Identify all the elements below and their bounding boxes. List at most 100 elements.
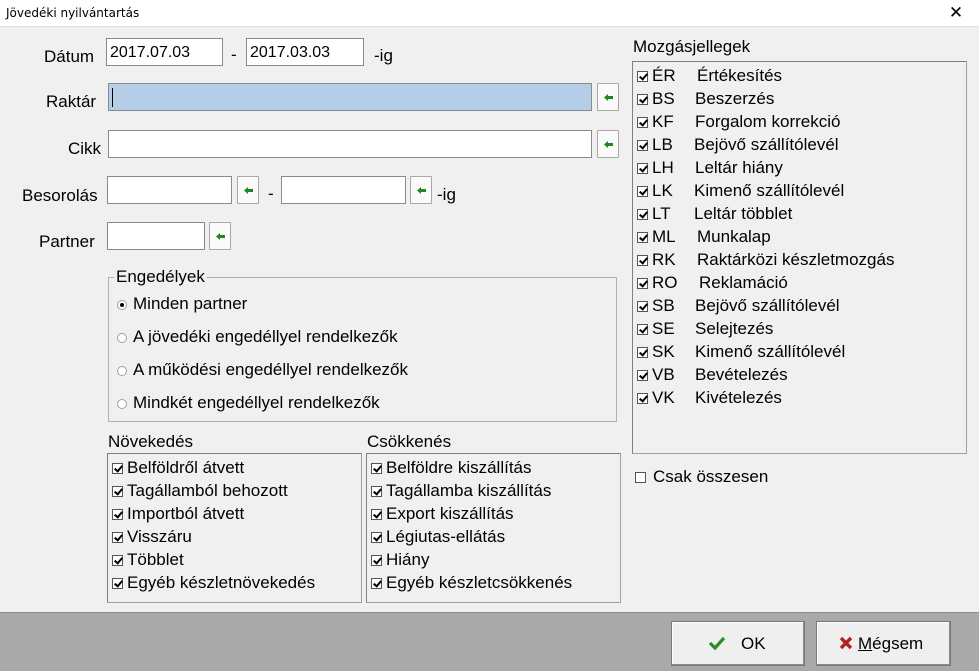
besorolas-to-input[interactable] — [281, 176, 406, 204]
checkbox[interactable] — [371, 555, 382, 566]
novekedes-item[interactable]: Visszáru — [112, 527, 357, 550]
checkbox[interactable] — [112, 578, 123, 589]
radio-button[interactable] — [117, 366, 127, 376]
besorolas-from-picker-button[interactable] — [237, 176, 259, 204]
checkbox[interactable] — [112, 486, 123, 497]
radio-mindket-engedely[interactable]: Mindkét engedéllyel rendelkezők — [117, 393, 597, 415]
novekedes-title: Növekedés — [108, 432, 194, 451]
checkbox[interactable] — [637, 209, 648, 220]
mozgas-code: SE — [652, 319, 675, 338]
mozgas-item-lk[interactable]: LK Kimenő szállítólevél — [637, 181, 962, 204]
csokkenes-item[interactable]: Tagállamba kiszállítás — [371, 481, 616, 504]
mozgas-item-lb[interactable]: LB Bejövő szállítólevél — [637, 135, 962, 158]
partner-picker-button[interactable] — [209, 222, 231, 250]
mozgas-item-kf[interactable]: KF Forgalom korrekció — [637, 112, 962, 135]
item-label: Légiutas-ellátás — [386, 527, 506, 546]
raktar-input[interactable] — [108, 83, 592, 111]
checkbox[interactable] — [371, 486, 382, 497]
arrow-left-icon — [604, 141, 613, 148]
mozgas-code: LB — [652, 135, 673, 154]
checkbox[interactable] — [637, 393, 648, 404]
novekedes-item[interactable]: Belföldről átvett — [112, 458, 357, 481]
radio-button[interactable] — [117, 399, 127, 409]
ok-button[interactable]: OK — [671, 621, 805, 666]
checkbox[interactable] — [637, 370, 648, 381]
csokkenes-item[interactable]: Hiány — [371, 550, 616, 573]
cikk-picker-button[interactable] — [597, 130, 619, 158]
checkbox[interactable] — [112, 555, 123, 566]
title-bar: Jövedéki nyilvántartás ✕ — [0, 0, 979, 27]
window-title: Jövedéki nyilvántartás — [6, 6, 140, 20]
datum-label: Dátum — [44, 47, 95, 66]
text-caret — [112, 88, 113, 107]
csokkenes-item[interactable]: Légiutas-ellátás — [371, 527, 616, 550]
checkbox[interactable] — [371, 532, 382, 543]
arrow-left-icon — [604, 94, 613, 101]
checkbox[interactable] — [637, 278, 648, 289]
novekedes-item[interactable]: Többlet — [112, 550, 357, 573]
mozgas-item-ro[interactable]: RO Reklamáció — [637, 273, 962, 296]
checkbox[interactable] — [637, 94, 648, 105]
radio-jovedeki-engedely[interactable]: A jövedéki engedéllyel rendelkezők — [117, 327, 597, 349]
mozgas-item-lh[interactable]: LH Leltár hiány — [637, 158, 962, 181]
checkbox[interactable] — [637, 117, 648, 128]
checkbox[interactable] — [637, 347, 648, 358]
csokkenes-item[interactable]: Belföldre kiszállítás — [371, 458, 616, 481]
checkbox[interactable] — [637, 232, 648, 243]
cancel-button[interactable]: Mégsem — [816, 621, 951, 666]
besorolas-to-picker-button[interactable] — [410, 176, 432, 204]
cikk-input[interactable] — [108, 130, 592, 158]
radio-button[interactable] — [117, 300, 127, 310]
besorolas-label: Besorolás — [22, 186, 98, 205]
item-label: Tagállamba kiszállítás — [386, 481, 552, 500]
checkbox[interactable] — [637, 324, 648, 335]
radio-button[interactable] — [117, 333, 127, 343]
date-from-input[interactable]: 2017.07.03 — [106, 38, 223, 66]
mozgas-item-se[interactable]: SE Selejtezés — [637, 319, 962, 342]
raktar-picker-button[interactable] — [597, 83, 619, 111]
checkbox[interactable] — [637, 255, 648, 266]
csokkenes-title: Csökkenés — [367, 432, 452, 451]
date-separator: - — [231, 45, 237, 64]
checkbox[interactable] — [637, 301, 648, 312]
checkbox[interactable] — [371, 463, 382, 474]
checkbox[interactable] — [635, 472, 646, 483]
novekedes-item[interactable]: Egyéb készletnövekedés — [112, 573, 357, 596]
mozgas-item-vb[interactable]: VB Bevételezés — [637, 365, 962, 388]
novekedes-item[interactable]: Importból átvett — [112, 504, 357, 527]
radio-mukodesi-engedely[interactable]: A működési engedéllyel rendelkezők — [117, 360, 597, 382]
checkbox[interactable] — [112, 463, 123, 474]
mozgas-item-sk[interactable]: SK Kimenő szállítólevél — [637, 342, 962, 365]
mozgas-item-er[interactable]: ÉR Értékesítés — [637, 66, 962, 89]
besorolas-from-input[interactable] — [107, 176, 232, 204]
arrow-left-icon — [216, 233, 225, 240]
mozgas-item-ml[interactable]: ML Munkalap — [637, 227, 962, 250]
mozgas-name: Kivételezés — [695, 388, 782, 407]
engedelyek-title: Engedélyek — [114, 267, 207, 287]
partner-input[interactable] — [107, 222, 205, 250]
novekedes-list[interactable]: Belföldről átvett Tagállamból behozott I… — [107, 453, 362, 603]
csokkenes-item[interactable]: Egyéb készletcsökkenés — [371, 573, 616, 596]
checkbox[interactable] — [371, 509, 382, 520]
radio-minden-partner[interactable]: Minden partner — [117, 294, 597, 316]
csokkenes-item[interactable]: Export kiszállítás — [371, 504, 616, 527]
novekedes-item[interactable]: Tagállamból behozott — [112, 481, 357, 504]
mozgas-item-vk[interactable]: VK Kivételezés — [637, 388, 962, 411]
checkbox[interactable] — [637, 163, 648, 174]
mozgas-item-rk[interactable]: RK Raktárközi készletmozgás — [637, 250, 962, 273]
mozgasjellegek-list[interactable]: ÉR Értékesítés BS Beszerzés KF Forgalom kor… — [632, 61, 967, 454]
checkbox[interactable] — [371, 578, 382, 589]
checkbox[interactable] — [637, 71, 648, 82]
close-icon[interactable]: ✕ — [933, 0, 979, 27]
checkbox[interactable] — [112, 532, 123, 543]
mozgas-item-sb[interactable]: SB Bejövő szállítólevél — [637, 296, 962, 319]
mozgas-code: LK — [652, 181, 673, 200]
checkbox[interactable] — [112, 509, 123, 520]
checkbox[interactable] — [637, 140, 648, 151]
checkbox[interactable] — [637, 186, 648, 197]
mozgas-item-lt[interactable]: LT Leltár többlet — [637, 204, 962, 227]
csokkenes-list[interactable]: Belföldre kiszállítás Tagállamba kiszáll… — [366, 453, 621, 603]
csak-osszesen-checkbox[interactable]: Csak összesen — [635, 467, 835, 490]
date-to-input[interactable]: 2017.03.03 — [246, 38, 364, 66]
mozgas-item-bs[interactable]: BS Beszerzés — [637, 89, 962, 112]
